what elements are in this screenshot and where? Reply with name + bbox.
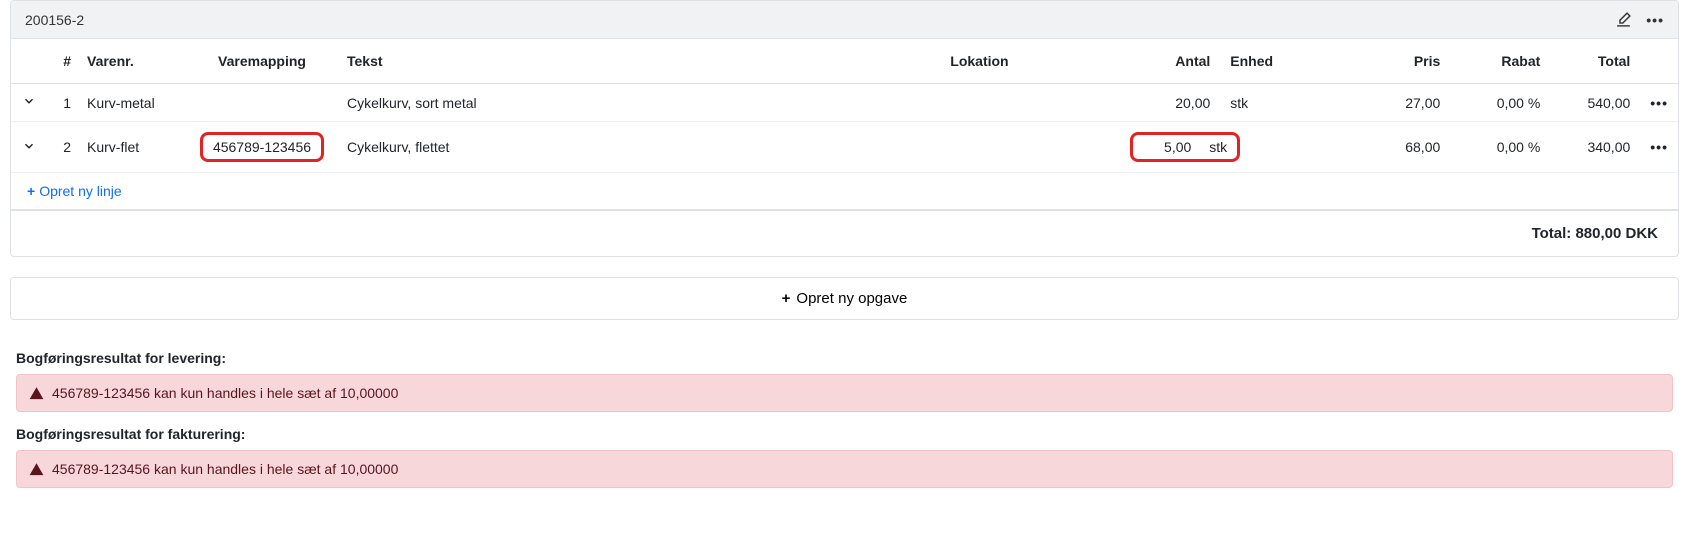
cell-enhed: stk <box>1220 84 1290 122</box>
cell-rabat: 0,00 % <box>1450 122 1550 173</box>
warning-icon <box>29 386 44 401</box>
col-total: Total <box>1550 39 1640 84</box>
expand-icon[interactable] <box>22 139 36 153</box>
col-idx: # <box>47 39 77 84</box>
col-pris: Pris <box>1290 39 1450 84</box>
expand-icon[interactable] <box>22 94 36 108</box>
table-row: 2Kurv-flet 456789-123456 Cykelkurv, flette… <box>11 122 1678 173</box>
add-line-label: Opret ny linje <box>39 183 121 199</box>
table-row: 1Kurv-metal Cykelkurv, sort metal 20,00stk… <box>11 84 1678 122</box>
col-lokation: Lokation <box>940 39 1120 84</box>
delivery-error-text: 456789-123456 kan kun handles i hele sæt… <box>52 385 398 401</box>
qty-highlight: 5,00stk <box>1130 132 1240 162</box>
col-enhed: Enhed <box>1220 39 1290 84</box>
cell-pris: 68,00 <box>1290 122 1450 173</box>
cell-antal: 20,00 <box>1120 84 1220 122</box>
panel-title: 200156-2 <box>25 12 84 28</box>
delivery-result-heading: Bogføringsresultat for levering: <box>16 350 1673 366</box>
create-task-button[interactable]: + Opret ny opgave <box>10 277 1679 320</box>
delivery-error-alert: 456789-123456 kan kun handles i hele sæt… <box>16 374 1673 412</box>
total-bar: Total: 880,00 DKK <box>11 211 1678 256</box>
cell-idx: 1 <box>47 84 77 122</box>
plus-icon: + <box>27 183 35 199</box>
cell-tekst: Cykelkurv, flettet <box>337 122 940 173</box>
cell-mapping: 456789-123456 <box>187 122 337 173</box>
more-icon[interactable]: ••• <box>1646 12 1664 28</box>
edit-icon[interactable] <box>1615 11 1632 28</box>
cell-idx: 2 <box>47 122 77 173</box>
invoice-error-alert: 456789-123456 kan kun handles i hele sæt… <box>16 450 1673 488</box>
col-mapping: Varemapping <box>187 39 337 84</box>
panel-actions: ••• <box>1615 11 1664 28</box>
cell-lokation <box>940 84 1120 122</box>
cell-total: 340,00 <box>1550 122 1640 173</box>
order-panel: 200156-2 ••• # Varenr. Varemapping Tekst… <box>10 0 1679 257</box>
invoice-error-text: 456789-123456 kan kun handles i hele sæt… <box>52 461 398 477</box>
row-more-icon[interactable]: ••• <box>1650 139 1668 155</box>
plus-icon: + <box>782 290 791 307</box>
col-antal: Antal <box>1120 39 1220 84</box>
row-more-icon[interactable]: ••• <box>1650 95 1668 111</box>
col-rabat: Rabat <box>1450 39 1550 84</box>
panel-header: 200156-2 ••• <box>11 1 1678 39</box>
col-tekst: Tekst <box>337 39 940 84</box>
warning-icon <box>29 462 44 477</box>
mapping-highlight: 456789-123456 <box>200 132 324 162</box>
col-varenr: Varenr. <box>77 39 187 84</box>
cell-varenr: Kurv-metal <box>77 84 187 122</box>
create-task-label: Opret ny opgave <box>796 290 907 307</box>
cell-total: 540,00 <box>1550 84 1640 122</box>
cell-varenr: Kurv-flet <box>77 122 187 173</box>
cell-lokation <box>940 122 1120 173</box>
cell-pris: 27,00 <box>1290 84 1450 122</box>
cell-rabat: 0,00 % <box>1450 84 1550 122</box>
lines-table: # Varenr. Varemapping Tekst Lokation Ant… <box>11 39 1678 211</box>
cell-tekst: Cykelkurv, sort metal <box>337 84 940 122</box>
invoice-result-heading: Bogføringsresultat for fakturering: <box>16 426 1673 442</box>
cell-mapping <box>187 84 337 122</box>
add-line-button[interactable]: + Opret ny linje <box>27 183 122 199</box>
posting-results: Bogføringsresultat for levering: 456789-… <box>10 350 1679 522</box>
